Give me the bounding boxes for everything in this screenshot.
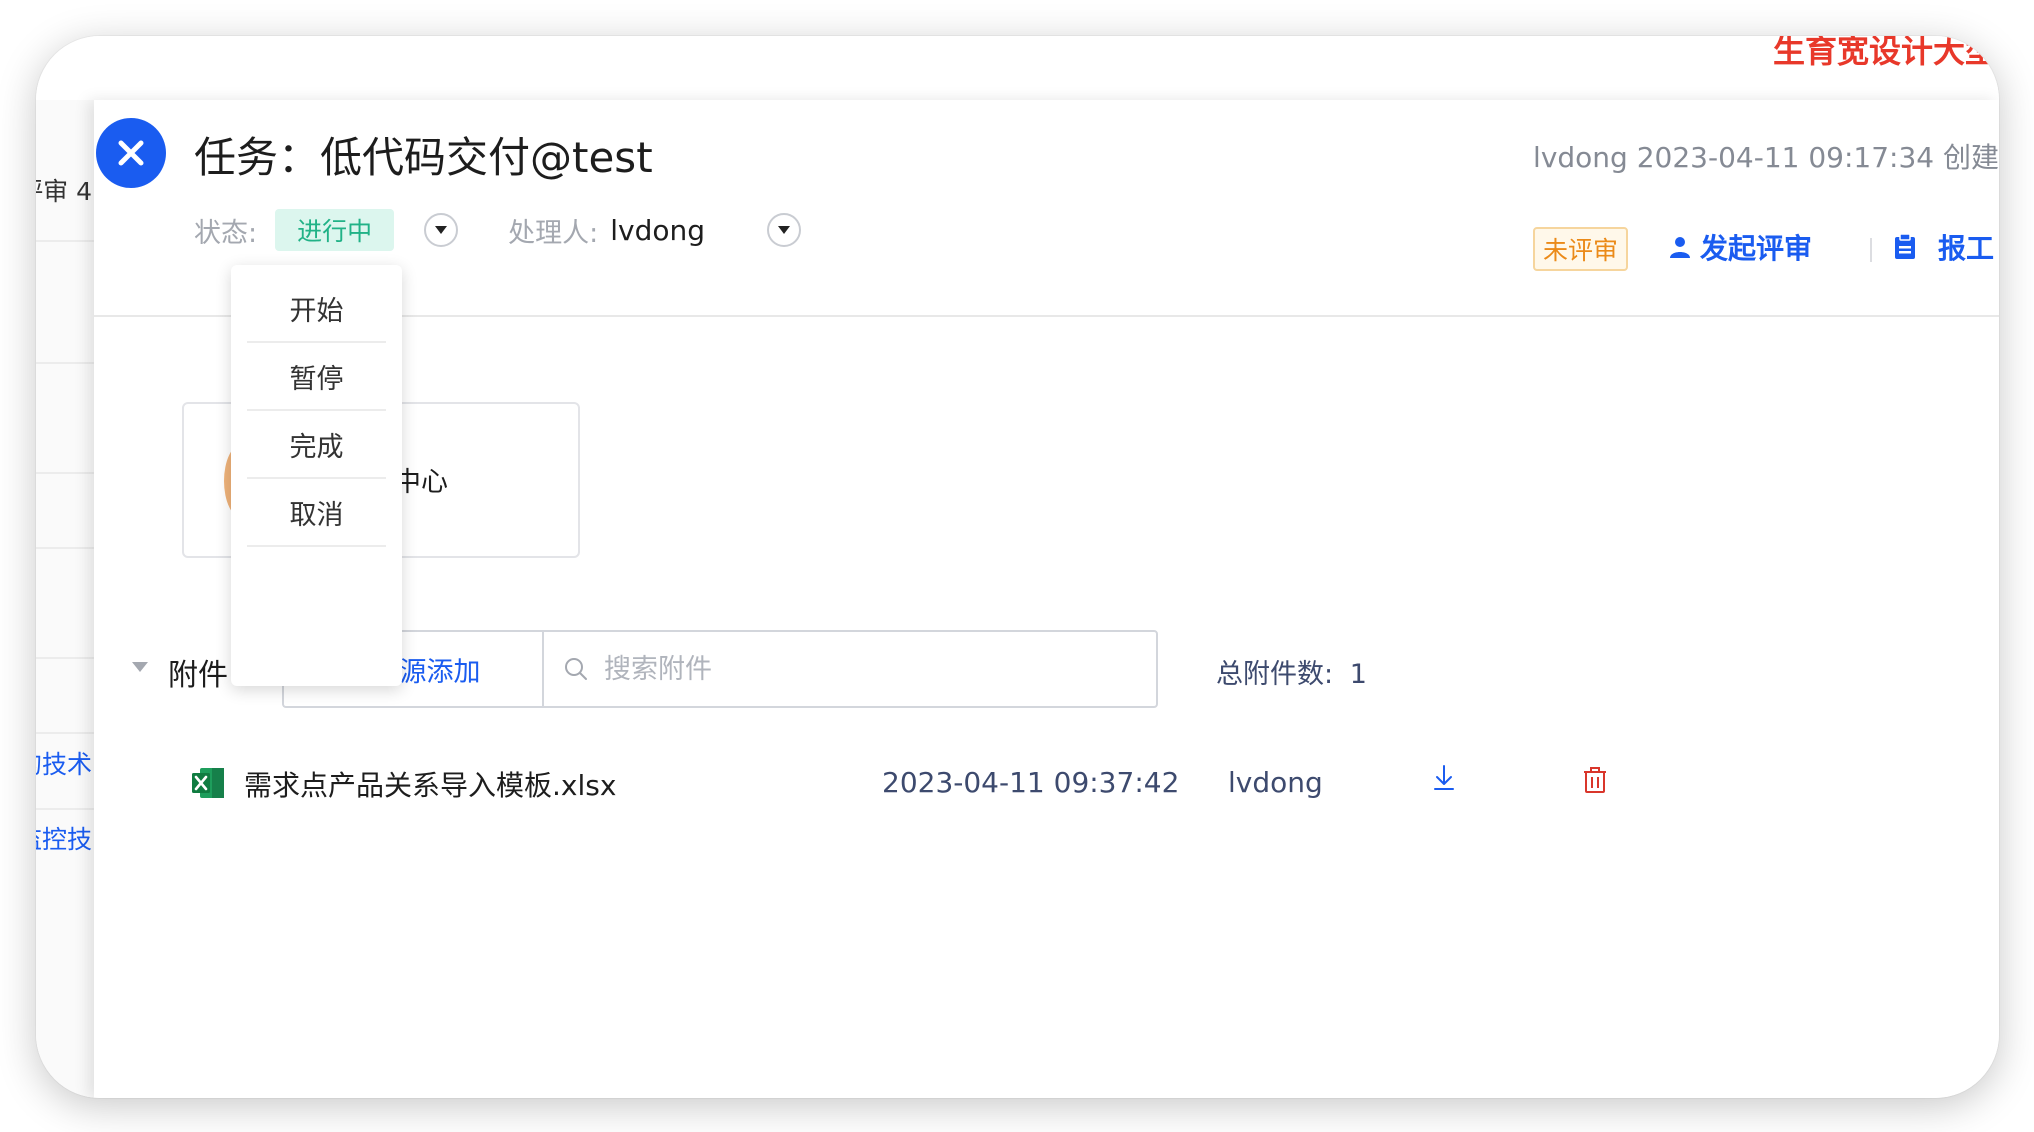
card-label: 中心 [394, 467, 448, 498]
divider [36, 240, 94, 242]
caret-down-icon [435, 226, 448, 234]
attachment-count-label: 总附件数: [1216, 659, 1334, 690]
menu-item-start[interactable]: 开始 [247, 275, 386, 343]
background-header-text: 生育宽设计大型 [1772, 36, 1997, 70]
divider [36, 732, 94, 734]
divider [36, 657, 94, 659]
background-header: 生育宽设计大型 [36, 36, 1999, 102]
background-link[interactable]: 监控技 [36, 820, 92, 856]
assignee-value: lvdong [610, 213, 706, 247]
assignee-dropdown-button[interactable] [767, 213, 802, 247]
menu-item-pause[interactable]: 暂停 [247, 343, 386, 411]
excel-file-icon [192, 768, 224, 798]
close-button[interactable] [96, 118, 166, 188]
status-row: 状态: 进行中 处理人: lvdong [194, 209, 802, 251]
start-review-label: 发起评审 [1700, 232, 1813, 265]
divider [36, 362, 94, 364]
start-review-button[interactable]: 发起评审 [1668, 227, 1812, 267]
status-dropdown-button[interactable] [424, 213, 459, 247]
attachment-row: 需求点产品关系导入模板.xlsx 2023-04-11 09:37:42 lvd… [182, 752, 1606, 812]
report-work-label: 报工 [1938, 232, 1995, 265]
attachment-count: 总附件数: 1 [1216, 652, 1367, 691]
download-icon[interactable] [1432, 764, 1456, 792]
collapse-triangle-icon[interactable] [132, 662, 148, 672]
divider [36, 547, 94, 549]
menu-item-complete[interactable]: 完成 [247, 411, 386, 479]
caret-down-icon [778, 226, 791, 234]
attachment-uploader: lvdong [1228, 766, 1323, 799]
page-title: 任务：低代码交付@test [194, 133, 653, 182]
status-dropdown-menu: 开始 暂停 完成 取消 [231, 265, 402, 686]
user-icon [1670, 237, 1690, 258]
assignee-label: 处理人: [508, 217, 599, 249]
clipboard-icon [1895, 234, 1915, 259]
divider [36, 472, 94, 474]
attachment-date: 2023-04-11 09:37:42 [882, 766, 1180, 799]
toolbar-divider [1870, 238, 1872, 262]
attachment-count-value: 1 [1349, 659, 1367, 690]
attachment-file-name[interactable]: 需求点产品关系导入模板.xlsx [244, 764, 616, 804]
status-badge[interactable]: 进行中 [275, 209, 395, 251]
menu-item-cancel[interactable]: 取消 [247, 479, 386, 547]
background-link[interactable]: 的技术 [36, 745, 92, 781]
close-icon [118, 140, 144, 166]
created-meta: lvdong 2023-04-11 09:17:34 创建 [1533, 141, 1999, 174]
background-left-panel: 评审 4 的技术 监控技 [36, 100, 94, 1098]
search-input[interactable] [602, 652, 1126, 686]
background-fragment: 评审 4 [36, 177, 92, 206]
attachments-title: 附件 [168, 658, 228, 693]
divider [36, 808, 94, 810]
report-work-button[interactable]: 报工 [1894, 227, 1994, 267]
review-status-badge: 未评审 [1533, 227, 1629, 271]
search-icon [565, 658, 587, 680]
attachment-search [542, 630, 1158, 708]
trash-icon[interactable] [1582, 766, 1608, 794]
status-label: 状态: [194, 217, 258, 249]
screenshot-window: 生育宽设计大型 评审 4 的技术 监控技 任务：低代码交付@test lvdon… [36, 36, 1999, 1098]
